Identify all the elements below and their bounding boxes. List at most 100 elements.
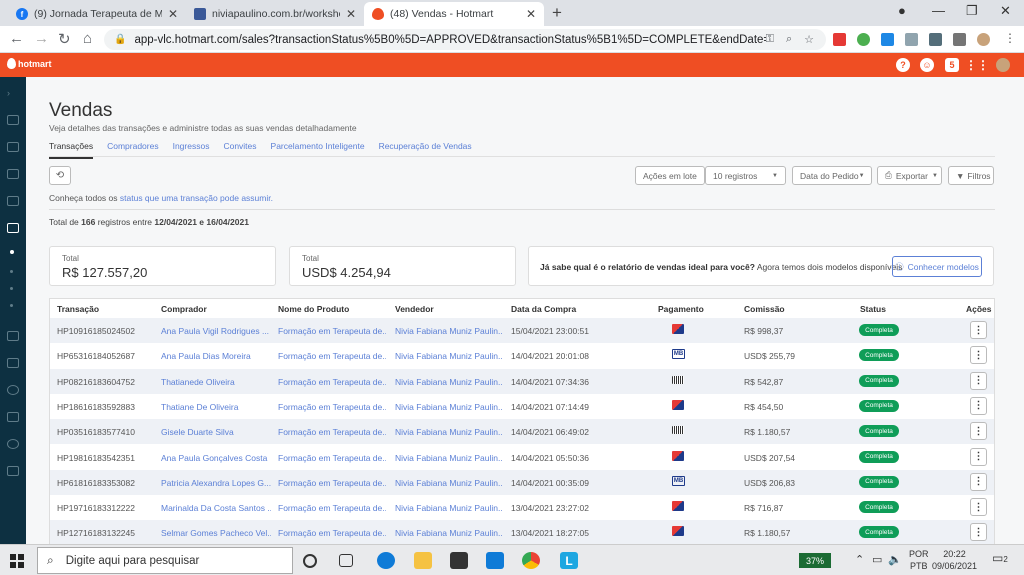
user-icon[interactable] — [7, 466, 19, 476]
app-l-icon[interactable]: L — [560, 552, 578, 569]
browser-tab-1[interactable]: f (9) Jornada Terapeuta de Massag ✕ — [8, 2, 186, 26]
home-icon[interactable]: ⌂ — [83, 30, 92, 47]
extension-icon[interactable] — [929, 33, 942, 46]
browser-tab-2[interactable]: niviapaulino.com.br/workshop1? ✕ — [186, 2, 364, 26]
money-icon[interactable] — [7, 385, 19, 395]
support-icon[interactable]: ☺ — [920, 58, 934, 72]
mail-icon[interactable] — [486, 552, 504, 569]
product-link[interactable]: Formação em Terapeuta de... — [278, 351, 386, 361]
seller-link[interactable]: Nivia Fabiana Muniz Paulin... — [395, 453, 503, 463]
menu-icon[interactable]: ⋮ — [1004, 31, 1017, 45]
zoom-icon[interactable]: ⌕ — [786, 33, 792, 46]
volume-icon[interactable]: 🔈 — [888, 553, 902, 566]
submenu-dot[interactable] — [10, 270, 13, 273]
export-button[interactable]: ⎙ Exportar ▼ — [877, 166, 942, 185]
submenu-dot[interactable] — [10, 304, 13, 307]
row-actions-button[interactable]: ⋮ — [970, 371, 987, 390]
buyer-link[interactable]: Ana Paula Dias Moreira — [161, 351, 271, 361]
product-link[interactable]: Formação em Terapeuta de... — [278, 326, 386, 336]
browser-tab-3[interactable]: (48) Vendas - Hotmart ✕ — [364, 2, 544, 26]
taskbar-search[interactable]: ⌕ Digite aqui para pesquisar — [37, 547, 293, 574]
buyer-link[interactable]: Patricia Alexandra Lopes G... — [161, 478, 271, 488]
box-icon[interactable] — [7, 196, 19, 206]
settings-icon[interactable] — [7, 439, 19, 449]
chrome-icon[interactable] — [522, 552, 540, 569]
close-icon[interactable]: ✕ — [526, 7, 536, 21]
hotmart-logo[interactable]: hotmart — [7, 58, 52, 69]
know-models-button[interactable]: ⓘ Conhecer modelos — [892, 256, 982, 277]
product-link[interactable]: Formação em Terapeuta de... — [278, 402, 386, 412]
product-link[interactable]: Formação em Terapeuta de... — [278, 503, 386, 513]
filters-button[interactable]: ▼ Filtros — [948, 166, 994, 185]
profile-menu-icon[interactable]: ● — [898, 3, 906, 18]
row-actions-button[interactable]: ⋮ — [970, 498, 987, 517]
product-link[interactable]: Formação em Terapeuta de... — [278, 377, 386, 387]
seller-link[interactable]: Nivia Fabiana Muniz Paulin... — [395, 478, 503, 488]
buyer-link[interactable]: Gisele Duarte Silva — [161, 427, 271, 437]
battery-icon[interactable]: ▭ — [872, 553, 882, 566]
help-icon[interactable]: ? — [896, 58, 910, 72]
row-actions-button[interactable]: ⋮ — [970, 321, 987, 339]
records-select[interactable]: 10 registros ▼ — [705, 166, 786, 185]
avatar[interactable] — [996, 58, 1010, 72]
buyer-link[interactable]: Ana Paula Vigil Rodrigues ... — [161, 326, 271, 336]
battery-indicator[interactable]: 37% — [799, 553, 831, 568]
notifications-icon[interactable]: 5 — [945, 58, 959, 72]
product-link[interactable]: Formação em Terapeuta de... — [278, 453, 386, 463]
store-icon[interactable] — [450, 552, 468, 569]
seller-link[interactable]: Nivia Fabiana Muniz Paulin... — [395, 377, 503, 387]
cortana-icon[interactable] — [303, 554, 317, 568]
products-icon[interactable] — [7, 142, 19, 152]
row-actions-button[interactable]: ⋮ — [970, 472, 987, 491]
bulk-actions-button[interactable]: Ações em lote — [635, 166, 705, 185]
row-actions-button[interactable]: ⋮ — [970, 396, 987, 415]
submenu-dot[interactable] — [10, 287, 13, 290]
file-explorer-icon[interactable] — [414, 552, 432, 569]
reload-icon[interactable]: ↻ — [58, 30, 71, 48]
seller-link[interactable]: Nivia Fabiana Muniz Paulin... — [395, 402, 503, 412]
row-actions-button[interactable]: ⋮ — [970, 346, 987, 365]
task-view-icon[interactable] — [339, 554, 353, 567]
reports-icon[interactable] — [7, 412, 19, 422]
clock[interactable]: 20:22 09/06/2021 — [932, 548, 977, 572]
row-actions-button[interactable]: ⋮ — [970, 523, 987, 542]
avatar[interactable] — [977, 33, 990, 46]
seller-link[interactable]: Nivia Fabiana Muniz Paulin... — [395, 326, 503, 336]
buyer-link[interactable]: Thatianede Oliveira — [161, 377, 271, 387]
windows-start-icon[interactable] — [10, 554, 24, 568]
date-select[interactable]: Data do Pedido ▼ — [792, 166, 872, 185]
forward-icon[interactable]: → — [34, 30, 49, 47]
back-icon[interactable]: ← — [9, 30, 24, 47]
refresh-button[interactable]: ⟲ — [49, 166, 71, 185]
dashboard-icon[interactable] — [7, 115, 19, 125]
extension-icon[interactable] — [833, 33, 846, 46]
maximize-icon[interactable]: ❐ — [966, 3, 978, 19]
tools-icon[interactable] — [7, 169, 19, 179]
status-link[interactable]: status que uma transação pode assumir. — [120, 193, 273, 203]
url-bar[interactable]: 🔒 app-vlc.hotmart.com/sales?transactionS… — [104, 29, 826, 50]
buyer-link[interactable]: Ana Paula Gonçalves Costa — [161, 453, 271, 463]
close-window-icon[interactable]: ✕ — [1000, 3, 1011, 19]
seller-link[interactable]: Nivia Fabiana Muniz Paulin... — [395, 351, 503, 361]
key-icon[interactable]: ⚿ — [766, 33, 774, 46]
refresh-icon[interactable] — [7, 331, 19, 341]
close-icon[interactable]: ✕ — [168, 7, 178, 21]
new-tab-icon[interactable]: + — [552, 3, 562, 23]
row-actions-button[interactable]: ⋮ — [970, 447, 987, 466]
extension-icon[interactable] — [857, 33, 870, 46]
notifications-icon[interactable]: ▭2 — [992, 551, 1008, 565]
seller-link[interactable]: Nivia Fabiana Muniz Paulin... — [395, 427, 503, 437]
buyer-link[interactable]: Thatiane De Oliveira — [161, 402, 271, 412]
extension-icon[interactable] — [905, 33, 918, 46]
input-language[interactable]: POR PTB — [909, 548, 929, 572]
row-actions-button[interactable]: ⋮ — [970, 422, 987, 441]
buyer-link[interactable]: Marinalda Da Costa Santos ... — [161, 503, 271, 513]
seller-link[interactable]: Nivia Fabiana Muniz Paulin... — [395, 503, 503, 513]
product-link[interactable]: Formação em Terapeuta de... — [278, 427, 386, 437]
product-link[interactable]: Formação em Terapeuta de... — [278, 528, 386, 538]
extension-icon[interactable] — [881, 33, 894, 46]
expand-icon[interactable]: › — [7, 88, 19, 98]
apps-grid-icon[interactable]: ⋮⋮ — [965, 58, 989, 72]
minimize-icon[interactable]: — — [932, 3, 945, 18]
chat-icon[interactable] — [7, 358, 19, 368]
